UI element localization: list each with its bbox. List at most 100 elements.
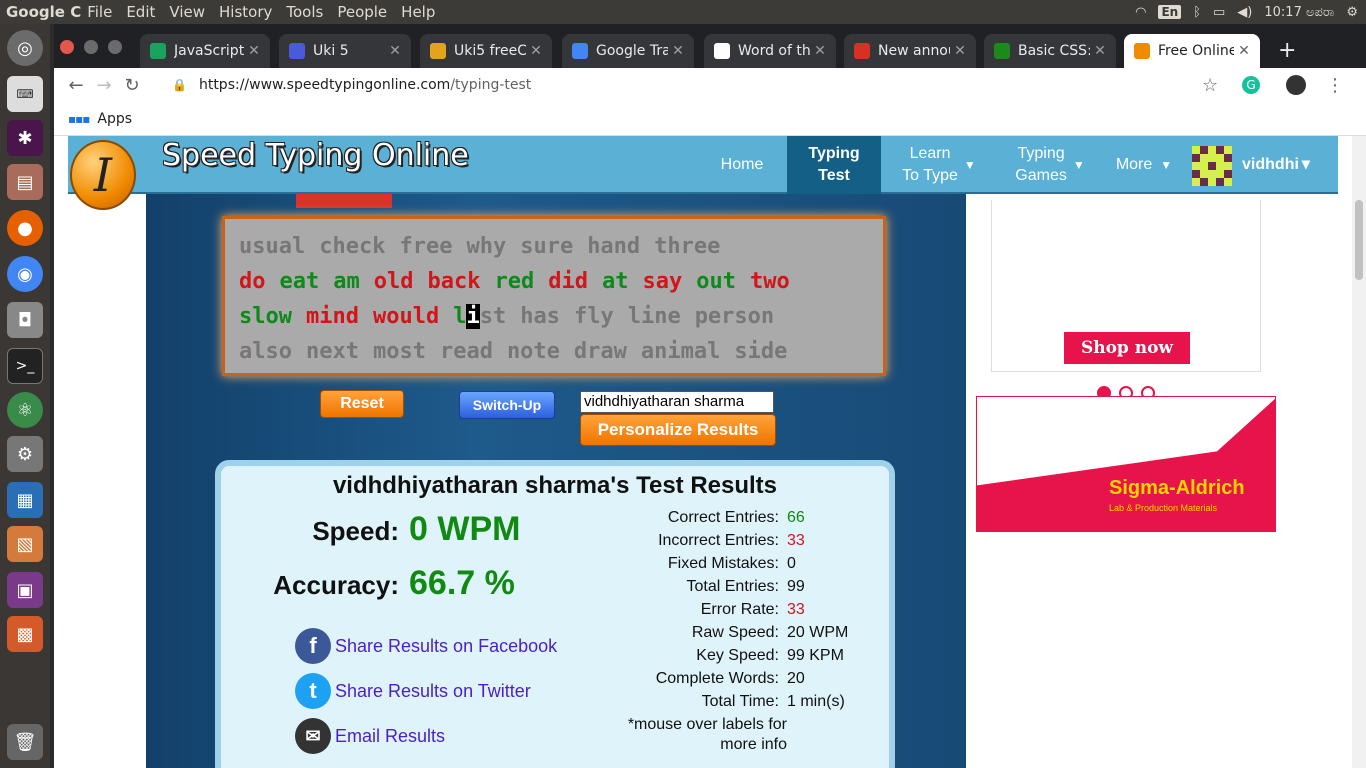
menu-help[interactable]: Help [401,3,435,21]
firefox-icon[interactable]: ● [7,210,43,246]
menu-history[interactable]: History [219,3,272,21]
grammarly-icon[interactable]: G [1242,76,1260,94]
user-name: vidhdhi [1242,156,1299,173]
slack-icon[interactable]: ✱ [7,120,43,156]
menu-edit[interactable]: Edit [126,3,155,21]
writer-icon[interactable]: ▦ [7,482,43,518]
browser-tab[interactable]: New annou ✕ [844,34,976,68]
trash-icon[interactable]: 🗑 [7,724,43,760]
apps-bookmark[interactable]: Apps [97,111,132,127]
speed-label[interactable]: Speed: [261,516,399,547]
window-maximize-button[interactable] [108,40,122,54]
scrollbar-thumb[interactable] [1355,200,1363,280]
page-scrollbar[interactable] [1352,136,1366,768]
stat-label[interactable]: Raw Speed: [601,624,787,642]
dash-home-icon[interactable]: ◎ [7,30,43,66]
user-menu[interactable]: vidhdhi ▾ [1238,136,1314,194]
bookmark-star-icon[interactable]: ☆ [1202,75,1218,96]
share-facebook-label[interactable]: Share Results on Facebook [335,636,557,657]
settings-gear-icon[interactable]: ⚙ [1346,5,1358,20]
share-twitter-label[interactable]: Share Results on Twitter [335,681,531,702]
window-close-button[interactable] [60,40,74,54]
wifi-icon[interactable]: ◠ [1135,5,1146,20]
browser-tab[interactable]: Free Online ✕ [1124,34,1260,68]
menu-tools[interactable]: Tools [286,3,323,21]
share-facebook-link[interactable]: f Share Results on Facebook [295,628,557,664]
site-title[interactable]: Speed Typing Online [162,138,469,173]
window-minimize-button[interactable] [84,40,98,54]
stat-label[interactable]: Fixed Mistakes: [601,555,787,573]
lock-icon[interactable]: 🔒 [172,78,187,92]
browser-tab[interactable]: JavaScript ✕ [140,34,270,68]
volume-icon[interactable]: ◀) [1237,5,1252,20]
menu-people[interactable]: People [337,3,387,21]
user-avatar[interactable] [1192,146,1232,186]
nav-home[interactable]: Home [698,136,786,194]
address-bar[interactable]: 🔒 https://www.speedtypingonline.com/typi… [172,68,531,102]
browser-tab[interactable]: Uki5 freeCo✕ [420,34,552,68]
profile-avatar[interactable] [1286,75,1306,95]
stat-label[interactable]: Total Time: [601,693,787,711]
email-results-label[interactable]: Email Results [335,726,445,747]
share-twitter-link[interactable]: t Share Results on Twitter [295,673,531,709]
browser-tab[interactable]: Uki 5 ✕ [279,34,411,68]
tab-close-icon[interactable]: ✕ [1090,43,1110,59]
tab-close-icon[interactable]: ✕ [668,43,688,59]
apps-grid-icon[interactable]: ▪▪▪ [68,112,90,126]
stat-label[interactable]: Complete Words: [601,670,787,688]
stat-label[interactable]: Correct Entries: [601,509,787,527]
keyboard-app-icon[interactable]: ⌨ [7,76,43,112]
nav-learn-to-type[interactable]: Learn To Type ▼ [896,136,982,194]
tab-close-icon[interactable]: ✕ [1234,43,1254,59]
bluetooth-icon[interactable]: ᛒ [1193,5,1201,20]
personalize-results-button[interactable]: Personalize Results [580,414,776,446]
tab-close-icon[interactable]: ✕ [810,43,830,59]
site-logo[interactable]: I [70,140,136,210]
stat-label[interactable]: Incorrect Entries: [601,532,787,550]
browser-tab[interactable]: Basic CSS: ✕ [984,34,1116,68]
tab-close-icon[interactable]: ✕ [385,43,405,59]
impress-icon[interactable]: ▧ [7,526,43,562]
system-settings-icon[interactable]: ⚙ [7,436,43,472]
file-manager-icon[interactable]: ▤ [7,164,43,200]
switch-up-button[interactable]: Switch-Up [459,391,555,419]
atom-icon[interactable]: ⚛ [7,392,43,428]
typing-text-area[interactable]: usual check free why sure hand three do eat am old… [222,216,886,376]
accuracy-label[interactable]: Accuracy: [241,570,399,601]
tab-close-icon[interactable]: ✕ [244,43,264,59]
browser-menu-icon[interactable]: ⋮ [1326,75,1344,96]
browser-tab[interactable]: Google Tran✕ [562,34,694,68]
stat-label[interactable]: Total Entries: [601,578,787,596]
text-word: sure [520,234,574,259]
keyboard-layout-indicator[interactable]: En [1158,5,1182,19]
stat-value: 20 WPM [787,623,849,641]
clock[interactable]: 10:17 ಅಪರಾ [1264,5,1334,20]
nav-typing-games[interactable]: Typing Games ▼ [1010,136,1090,194]
reset-button[interactable]: Reset [320,390,404,418]
stat-label[interactable]: Key Speed: [601,647,787,665]
tab-close-icon[interactable]: ✕ [950,43,970,59]
chrome-icon[interactable]: ◉ [7,256,43,292]
stat-label[interactable]: Error Rate: [601,601,787,619]
nav-more[interactable]: More ▼ [1112,136,1176,194]
terminal-icon[interactable]: >_ [7,348,43,384]
battery-icon[interactable]: ▭ [1213,5,1225,20]
name-input[interactable]: vidhdhiyatharan sharma [580,391,774,413]
reload-icon[interactable]: ↻ [118,75,146,96]
camera-icon[interactable]: ◘ [7,302,43,338]
browser-tab[interactable]: Word of th ✕ [704,34,836,68]
email-results-link[interactable]: ✉ Email Results [295,718,445,754]
shop-now-button[interactable]: Shop now [1064,332,1190,364]
forward-arrow-icon[interactable]: → [90,75,118,96]
menu-view[interactable]: View [169,3,205,21]
display-icon[interactable]: ▣ [7,572,43,608]
text-word: at [601,269,629,294]
nav-typing-test[interactable]: Typing Test [787,136,881,194]
text-word: say [642,269,683,294]
back-arrow-icon[interactable]: ← [62,75,90,96]
software-center-icon[interactable]: ▩ [7,616,43,652]
menu-file[interactable]: File [87,3,112,21]
new-tab-button[interactable]: + [1278,38,1296,63]
tab-close-icon[interactable]: ✕ [526,43,546,59]
sigma-aldrich-ad[interactable]: Sigma-Aldrich Lab & Production Materials [976,396,1276,532]
